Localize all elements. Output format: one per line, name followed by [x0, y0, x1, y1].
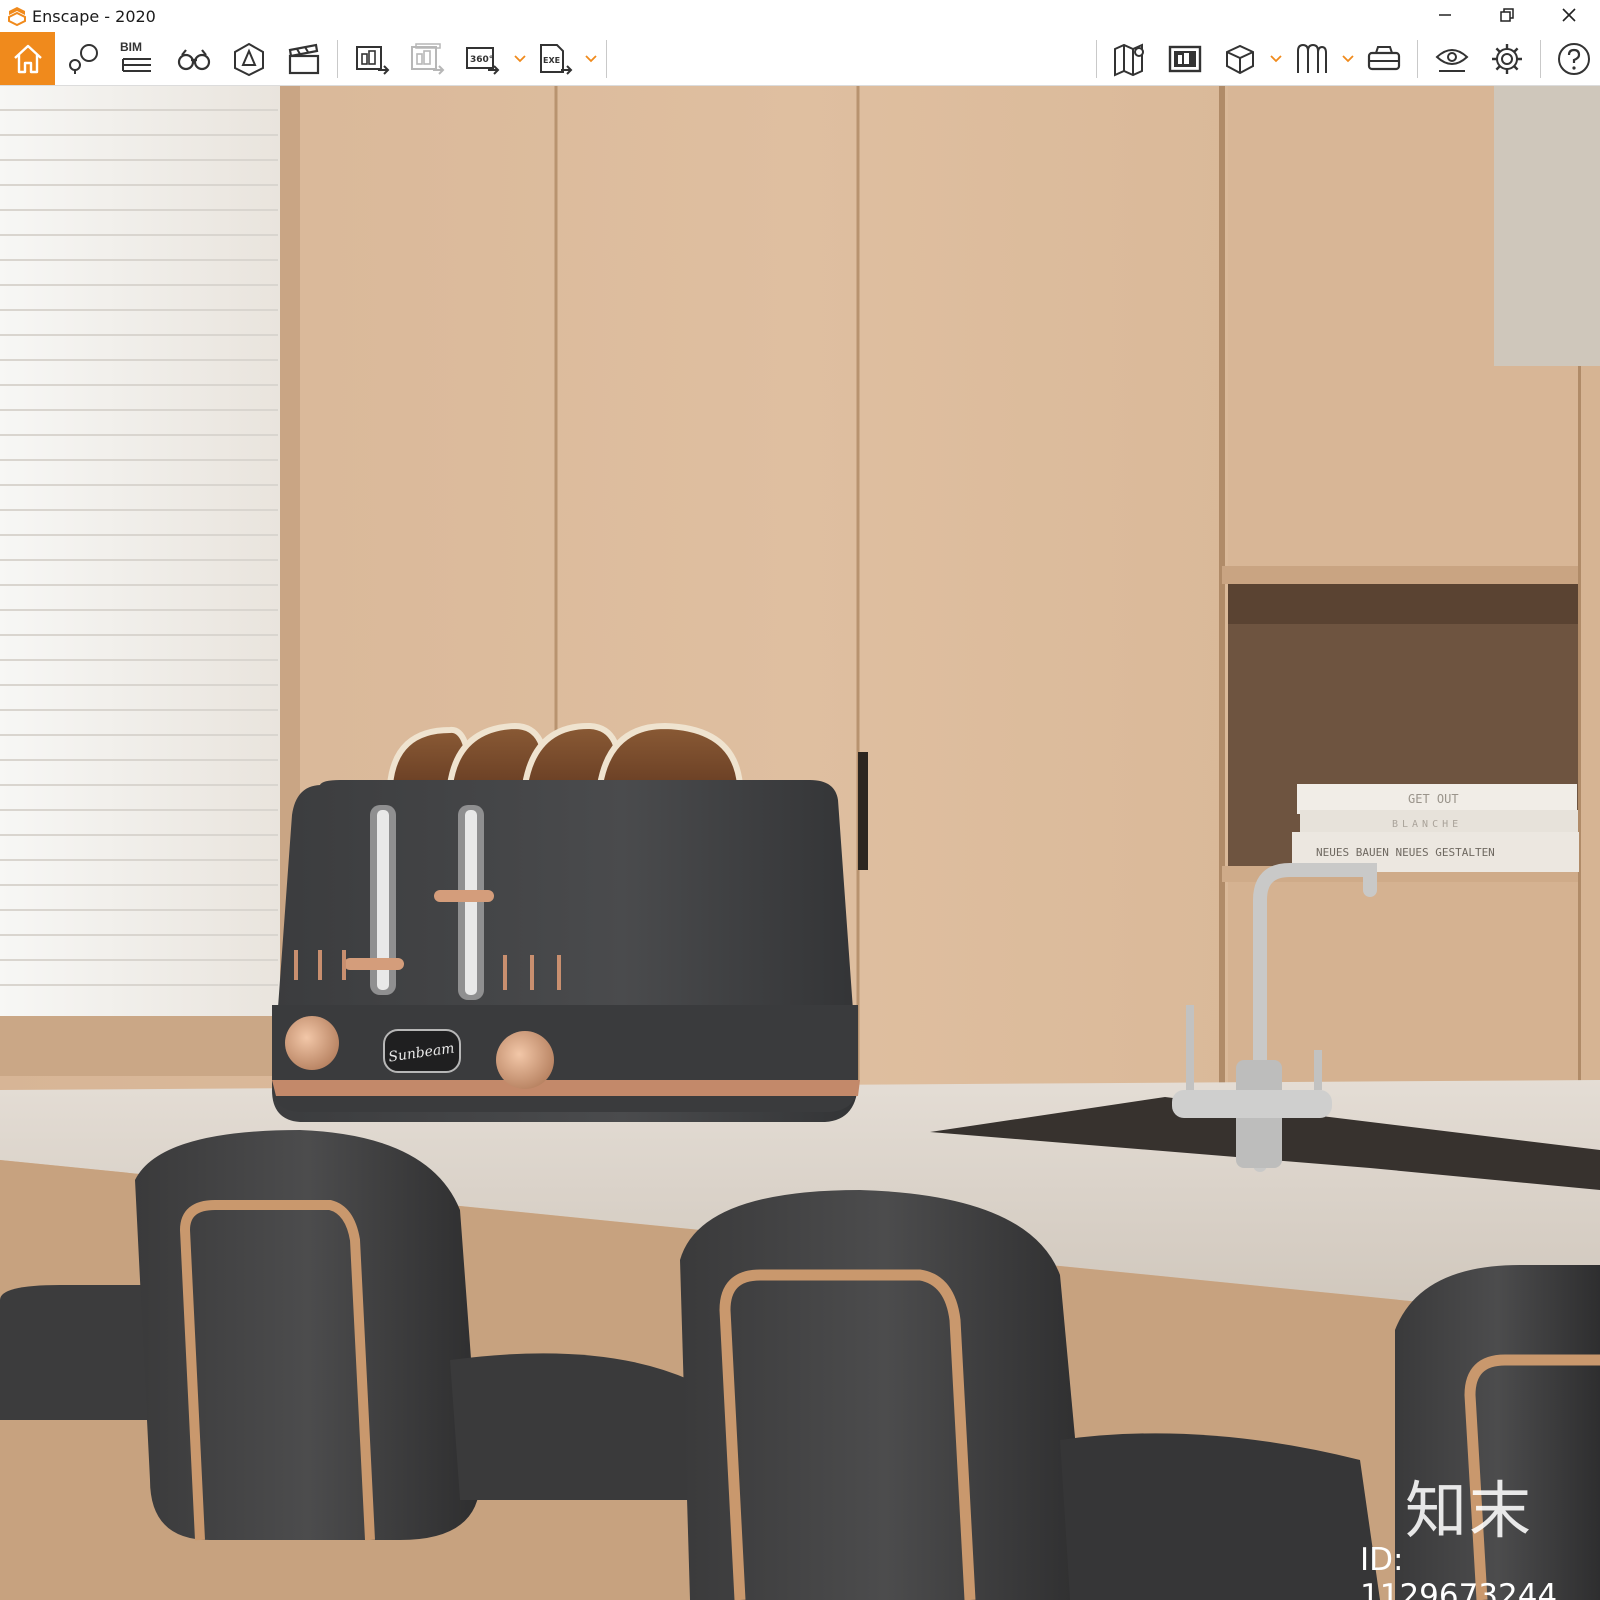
settings-gear-icon [1492, 43, 1522, 74]
settings-button[interactable] [1482, 32, 1532, 85]
visual-settings-icon [1435, 48, 1469, 72]
vr-headset-icon [1367, 45, 1401, 70]
map-icon [1114, 42, 1144, 77]
minimize-icon [1439, 14, 1451, 16]
chevron-down-icon [1270, 54, 1282, 62]
chevron-down-icon [585, 54, 597, 62]
svg-text:360°: 360° [470, 55, 493, 65]
panorama-dropdown[interactable] [511, 32, 529, 85]
views-button[interactable] [59, 32, 109, 85]
atlas-button[interactable] [1160, 32, 1210, 85]
cube-button[interactable] [1215, 32, 1265, 85]
panorama-360-button[interactable]: 360° [457, 32, 507, 85]
render-viewport[interactable]: GET OUT BLANCHE NEUES BAUEN NEUES GESTAL… [0, 86, 1600, 1600]
chevron-down-icon [1342, 54, 1354, 62]
export-dropdown[interactable] [582, 32, 600, 85]
restore-icon [1500, 8, 1514, 22]
help-button[interactable] [1549, 32, 1599, 85]
panorama-360-icon: 360° [466, 46, 500, 75]
watermark-id: ID: 1129673244 [1360, 1542, 1558, 1600]
cube-icon [1226, 44, 1254, 74]
binoculars-button[interactable] [169, 32, 219, 85]
enscape-toolbar: BIM 360° EXE [0, 32, 1600, 111]
cube-dropdown[interactable] [1267, 32, 1285, 85]
binoculars-icon [177, 48, 211, 70]
close-button[interactable] [1538, 0, 1600, 30]
screenshot-button[interactable] [347, 32, 397, 85]
visual-settings-button[interactable] [1427, 32, 1477, 85]
map-button[interactable] [1105, 32, 1155, 85]
bim-label: BIM [120, 40, 142, 54]
batch-render-button[interactable] [402, 32, 452, 85]
archive-icon [1297, 43, 1327, 73]
toaster: Sunbeam [272, 780, 860, 1122]
archive-button[interactable] [1287, 32, 1337, 85]
home-button[interactable] [0, 32, 55, 85]
minimize-button[interactable] [1414, 0, 1476, 30]
help-icon [1558, 42, 1590, 75]
book-title-3: NEUES BAUEN NEUES GESTALTEN [1316, 846, 1495, 859]
batch-render-icon [411, 42, 445, 75]
asset-library-icon [234, 42, 264, 76]
enscape-logo-icon [8, 7, 26, 27]
views-icon [69, 43, 98, 74]
atlas-icon [1168, 45, 1202, 72]
watermark-logo: 知末 [1405, 1474, 1534, 1547]
book-title-1: GET OUT [1408, 792, 1459, 806]
book-title-2: BLANCHE [1392, 819, 1462, 830]
screenshot-icon [356, 45, 390, 75]
export-exe-icon: EXE [540, 43, 573, 75]
archive-dropdown[interactable] [1339, 32, 1357, 85]
export-exe-button[interactable]: EXE [530, 32, 580, 85]
video-editor-button[interactable] [279, 32, 329, 85]
svg-text:EXE: EXE [543, 56, 560, 65]
asset-library-button[interactable] [224, 32, 274, 85]
kitchen-render: GET OUT BLANCHE NEUES BAUEN NEUES GESTAL… [0, 86, 1600, 1600]
restore-button[interactable] [1476, 0, 1538, 30]
home-icon [13, 44, 42, 73]
chevron-down-icon [514, 54, 526, 62]
close-icon [1562, 8, 1576, 22]
window-title: Enscape - 2020 [32, 6, 156, 26]
title-bar: Enscape - 2020 [0, 0, 1600, 32]
video-editor-icon [288, 43, 320, 74]
vr-headset-button[interactable] [1359, 32, 1409, 85]
